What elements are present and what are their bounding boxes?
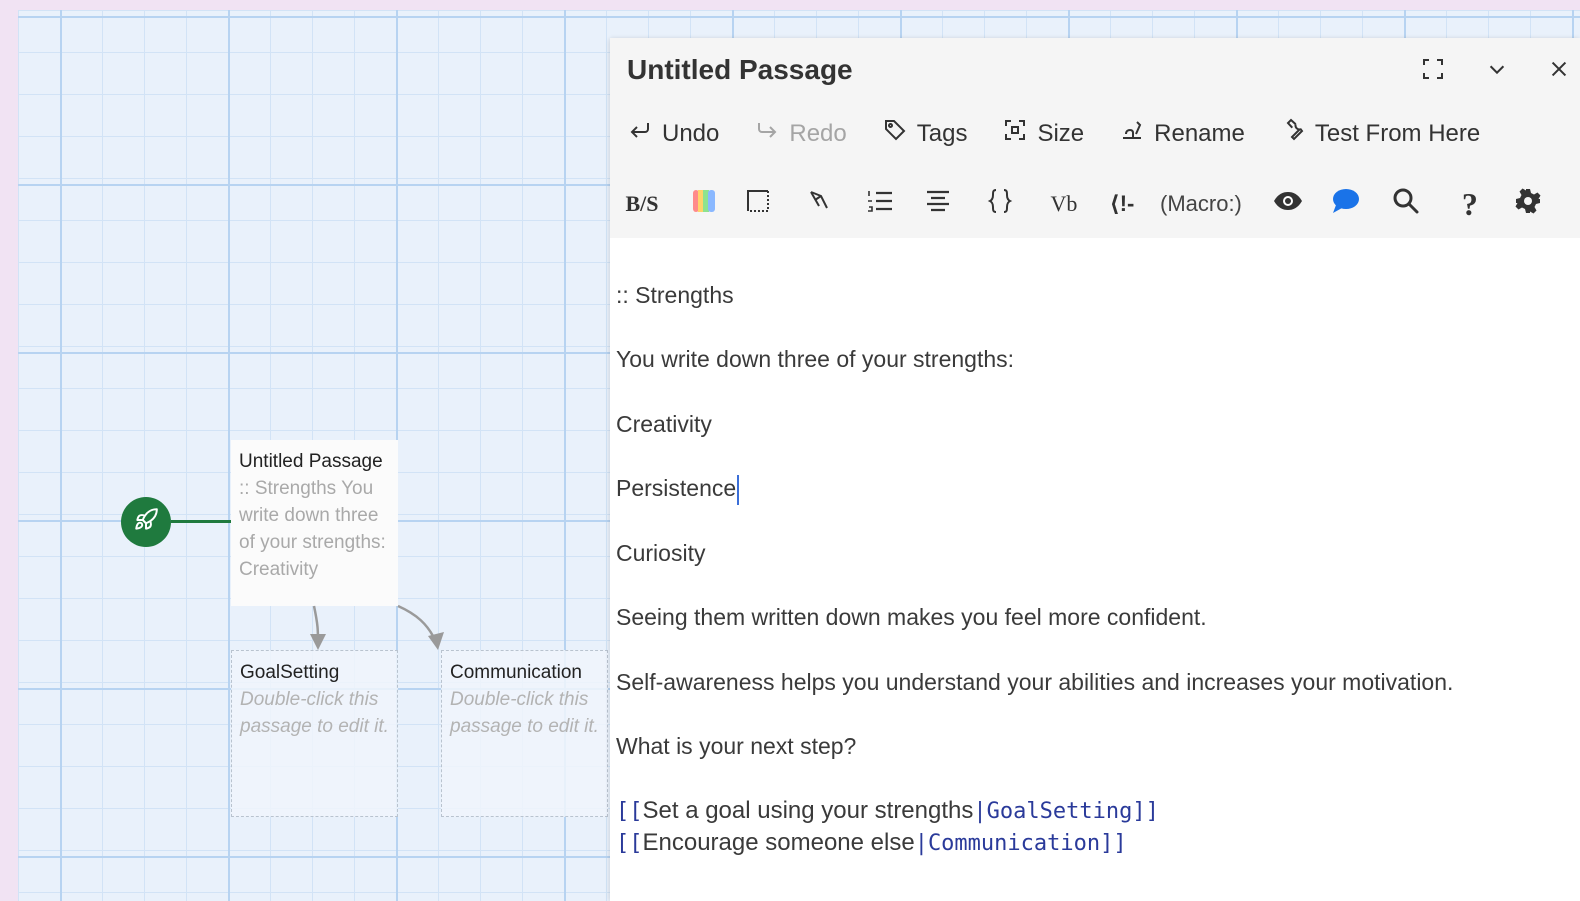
tags-label: Tags — [916, 119, 968, 147]
editor-link-line: [[Set a goal using your strengths|GoalSe… — [616, 797, 1159, 825]
link-target: GoalSetting — [986, 799, 1133, 824]
help-button[interactable]: ? — [1450, 186, 1490, 223]
passage-edit-dialog: Untitled Passage Undo Redo Tags Size Ren… — [610, 38, 1580, 901]
editor-line: Creativity — [616, 411, 712, 437]
close-button[interactable] — [1544, 56, 1574, 86]
close-icon — [1548, 58, 1570, 85]
rename-icon — [1120, 118, 1144, 149]
link-target: Communication — [927, 831, 1101, 856]
size-label: Size — [1037, 119, 1085, 147]
transition-button[interactable] — [800, 188, 840, 220]
collapse-button[interactable] — [1482, 56, 1512, 86]
dialog-header: Untitled Passage Undo Redo Tags Size Ren… — [610, 38, 1580, 238]
macro-button[interactable]: (Macro:) — [1160, 191, 1242, 217]
editor-line: Seeing them written down makes you feel … — [616, 604, 1207, 630]
tags-button[interactable]: Tags — [883, 118, 968, 149]
pen-nib-icon — [807, 188, 833, 220]
test-from-here-button[interactable]: Test From Here — [1281, 118, 1480, 149]
comment-label: ⟨!- — [1109, 191, 1135, 216]
undo-label: Undo — [662, 119, 720, 147]
link-open: [[ — [616, 799, 643, 824]
styles-label: B/S — [625, 191, 659, 216]
editor-line: Persistence — [616, 475, 737, 502]
redo-label: Redo — [789, 119, 847, 147]
passage-link-arrows — [310, 604, 444, 650]
styles-button[interactable]: B/S — [622, 191, 662, 217]
link-separator: | — [914, 831, 928, 856]
preview-button[interactable] — [1268, 189, 1308, 219]
maximize-button[interactable] — [1418, 56, 1448, 86]
search-icon — [1392, 187, 1420, 221]
link-text: Set a goal using your strengths — [642, 797, 974, 824]
text-caret — [737, 475, 740, 505]
dialog-title: Untitled Passage — [627, 54, 853, 85]
rename-button[interactable]: Rename — [1120, 118, 1245, 149]
editor-line-with-caret: Persistence — [616, 475, 740, 505]
speech-bubble-icon — [1331, 187, 1361, 221]
tooltips-button[interactable] — [1326, 187, 1366, 221]
link-separator: | — [973, 799, 987, 824]
code-hook-button[interactable] — [980, 187, 1020, 221]
rename-label: Rename — [1154, 119, 1245, 147]
verbatim-button[interactable]: Vb — [1044, 191, 1084, 217]
link-close: ]] — [1100, 831, 1127, 856]
tag-icon — [883, 118, 907, 149]
editor-link-line: [[Encourage someone else|Communication]] — [616, 829, 1127, 857]
gear-icon — [1514, 187, 1542, 221]
redo-icon — [755, 119, 779, 148]
help-label: ? — [1461, 185, 1478, 222]
harlowe-toolbar: B/S Vb ⟨!- (Macro:) ? — [622, 184, 1572, 224]
editor-line: What is your next step? — [616, 733, 857, 759]
comment-button[interactable]: ⟨!- — [1102, 191, 1142, 217]
editor-line: Self-awareness helps you understand your… — [616, 669, 1454, 695]
verbatim-label: Vb — [1050, 191, 1078, 216]
align-center-icon — [924, 188, 952, 220]
settings-button[interactable] — [1508, 187, 1548, 221]
maximize-icon — [1421, 57, 1445, 86]
link-open: [[ — [616, 831, 643, 856]
eye-icon — [1272, 189, 1304, 219]
border-icon — [745, 188, 771, 220]
wrench-icon — [1281, 118, 1305, 149]
list-button[interactable] — [860, 188, 900, 220]
macro-label: (Macro:) — [1160, 191, 1242, 216]
redo-button[interactable]: Redo — [755, 118, 847, 149]
size-icon — [1003, 118, 1027, 149]
color-wheel-icon — [690, 187, 718, 221]
link-close: ]] — [1132, 799, 1159, 824]
undo-icon — [628, 119, 652, 148]
chevron-down-icon — [1486, 58, 1508, 85]
border-button[interactable] — [738, 188, 778, 220]
link-text: Encourage someone else — [642, 829, 915, 856]
size-button[interactable]: Size — [1003, 118, 1084, 149]
align-button[interactable] — [918, 188, 958, 220]
editor-line: You write down three of your strengths: — [616, 346, 1015, 372]
color-button[interactable] — [684, 187, 724, 221]
editor-line: Curiosity — [616, 540, 706, 566]
numbered-list-icon — [866, 188, 894, 220]
editor-line: :: Strengths — [616, 282, 734, 308]
undo-button[interactable]: Undo — [628, 118, 719, 149]
braces-icon — [987, 187, 1013, 221]
find-button[interactable] — [1386, 187, 1426, 221]
test-from-here-label: Test From Here — [1314, 119, 1481, 147]
passage-toolbar: Undo Redo Tags Size Rename Test From Her… — [628, 118, 1480, 149]
